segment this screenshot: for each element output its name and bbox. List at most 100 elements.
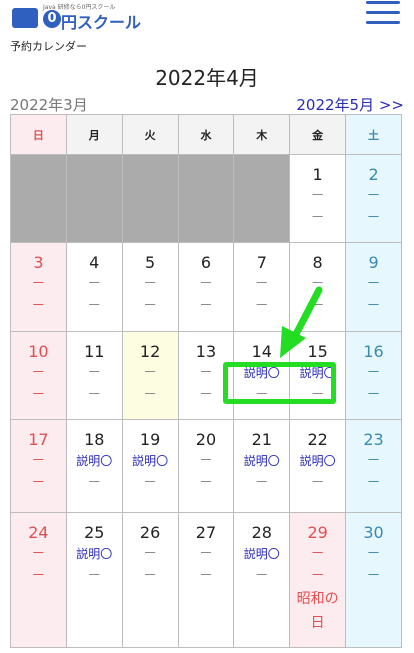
day-number: 8: [312, 253, 323, 273]
day-cell-28[interactable]: 28 説明〇 －: [233, 511, 291, 649]
slot-empty: －: [143, 545, 158, 562]
slot-empty: －: [366, 298, 381, 315]
session-slot-link[interactable]: 説明〇: [234, 362, 289, 384]
day-cell-11[interactable]: 11 － －: [65, 330, 123, 421]
week-row: 17 －－ 18 説明〇－ 19 説明〇－ 20 －－ 21 説明〇－ 22 説明〇－ 23 －－: [10, 419, 402, 513]
slot-empty: －: [254, 276, 269, 293]
next-month-link[interactable]: 2022年5月 >>: [296, 94, 404, 115]
hamburger-menu-icon[interactable]: [366, 0, 400, 26]
session-slot-link[interactable]: 説明〇: [290, 362, 345, 384]
slot-empty: －: [143, 386, 158, 403]
site-logo[interactable]: Java 研修なら0円スクール 0 円スクール: [12, 2, 141, 32]
slot-empty: －: [198, 545, 213, 562]
day-number: 15: [307, 341, 328, 361]
day-number: 9: [368, 253, 379, 273]
header: Java 研修なら0円スクール 0 円スクール: [0, 0, 414, 34]
day-cell-10[interactable]: 10 － －: [10, 330, 67, 421]
day-cell-4[interactable]: 4 － －: [65, 242, 123, 332]
day-number: 16: [363, 341, 384, 361]
day-cell-17[interactable]: 17 － －: [10, 419, 67, 513]
day-cell-9[interactable]: 9 － －: [345, 242, 402, 332]
day-cell-12[interactable]: 12 － －: [121, 330, 179, 421]
slot-empty: －: [31, 386, 46, 403]
slot-empty: －: [310, 210, 325, 226]
day-cell-27[interactable]: 27 － －: [177, 511, 235, 649]
month-title: 2022年4月: [155, 66, 259, 90]
day-number: 2: [368, 165, 379, 184]
session-slot-link[interactable]: 説明〇: [234, 543, 289, 565]
day-cell-18[interactable]: 18 説明〇 －: [65, 419, 123, 513]
slot-empty: －: [198, 298, 213, 315]
slot-empty: －: [310, 567, 325, 584]
slot-empty: －: [31, 364, 46, 381]
slot-empty: －: [87, 364, 102, 381]
day-cell-14[interactable]: 14 説明〇 －: [233, 330, 291, 421]
weekday-fri: 金: [289, 114, 347, 155]
day-cell-21[interactable]: 21 説明〇 －: [233, 419, 291, 513]
day-cell-8[interactable]: 8 － －: [289, 242, 347, 332]
slot-empty: －: [366, 210, 381, 226]
empty-day-cell: [177, 153, 235, 244]
slot-empty: －: [366, 276, 381, 293]
empty-day-cell: [121, 153, 179, 244]
slot-empty: －: [143, 475, 158, 492]
slot-empty: －: [366, 475, 381, 492]
day-cell-6[interactable]: 6 － －: [177, 242, 235, 332]
weekday-wed: 水: [177, 114, 235, 155]
slot-empty: －: [310, 298, 325, 315]
logo-book-icon: [12, 8, 38, 28]
day-cell-2[interactable]: 2 － －: [345, 153, 402, 244]
session-slot-link[interactable]: 説明〇: [67, 543, 122, 565]
slot-empty: －: [87, 276, 102, 293]
slot-empty: －: [310, 386, 325, 403]
slot-empty: －: [31, 453, 46, 470]
slot-empty: －: [254, 386, 269, 403]
day-cell-7[interactable]: 7 － －: [233, 242, 291, 332]
slot-empty: －: [143, 567, 158, 584]
day-number: 4: [89, 253, 100, 273]
day-number: 18: [84, 430, 105, 450]
day-number: 23: [363, 430, 384, 450]
slot-empty: －: [198, 276, 213, 293]
session-slot-link[interactable]: 説明〇: [67, 450, 122, 472]
day-cell-25[interactable]: 25 説明〇 －: [65, 511, 123, 649]
session-slot-link[interactable]: 説明〇: [123, 450, 178, 472]
day-number: 11: [84, 341, 105, 361]
day-number: 21: [251, 430, 272, 450]
empty-day-cell: [10, 153, 67, 244]
day-cell-26[interactable]: 26 － －: [121, 511, 179, 649]
day-cell-15[interactable]: 15 説明〇 －: [289, 330, 347, 421]
slot-empty: －: [366, 567, 381, 584]
weekday-header-row: 日 月 火 水 木 金 土: [10, 114, 402, 155]
day-cell-16[interactable]: 16 － －: [345, 330, 402, 421]
week-row: 1 － － 2 － －: [10, 153, 402, 244]
day-cell-3[interactable]: 3 － －: [10, 242, 67, 332]
week-row: 10 －－ 11 －－ 12 －－ 13 －－ 14 説明〇－ 15 説明〇－ 16 －－: [10, 330, 402, 421]
slot-empty: －: [31, 545, 46, 562]
day-cell-1[interactable]: 1 － －: [289, 153, 347, 244]
day-cell-29[interactable]: 29 － － 昭和の日: [289, 511, 347, 649]
session-slot-link[interactable]: 説明〇: [234, 450, 289, 472]
day-cell-20[interactable]: 20 － －: [177, 419, 235, 513]
day-number: 10: [28, 341, 49, 361]
slot-empty: －: [366, 188, 381, 204]
slot-empty: －: [198, 453, 213, 470]
day-cell-19[interactable]: 19 説明〇 －: [121, 419, 179, 513]
slot-empty: －: [87, 386, 102, 403]
day-number: 22: [307, 430, 328, 450]
slot-empty: －: [87, 475, 102, 492]
day-cell-30[interactable]: 30 － －: [345, 511, 402, 649]
day-number: 1: [312, 165, 323, 184]
slot-empty: －: [31, 276, 46, 293]
day-cell-13[interactable]: 13 － －: [177, 330, 235, 421]
day-cell-5[interactable]: 5 － －: [121, 242, 179, 332]
slot-empty: －: [366, 545, 381, 562]
slot-empty: －: [310, 276, 325, 293]
logo-text: 円スクール: [61, 13, 142, 32]
day-number: 14: [251, 341, 272, 361]
day-cell-24[interactable]: 24 － －: [10, 511, 67, 649]
day-cell-22[interactable]: 22 説明〇 －: [289, 419, 347, 513]
session-slot-link[interactable]: 説明〇: [290, 450, 345, 472]
day-number: 6: [200, 253, 212, 273]
day-cell-23[interactable]: 23 － －: [345, 419, 402, 513]
